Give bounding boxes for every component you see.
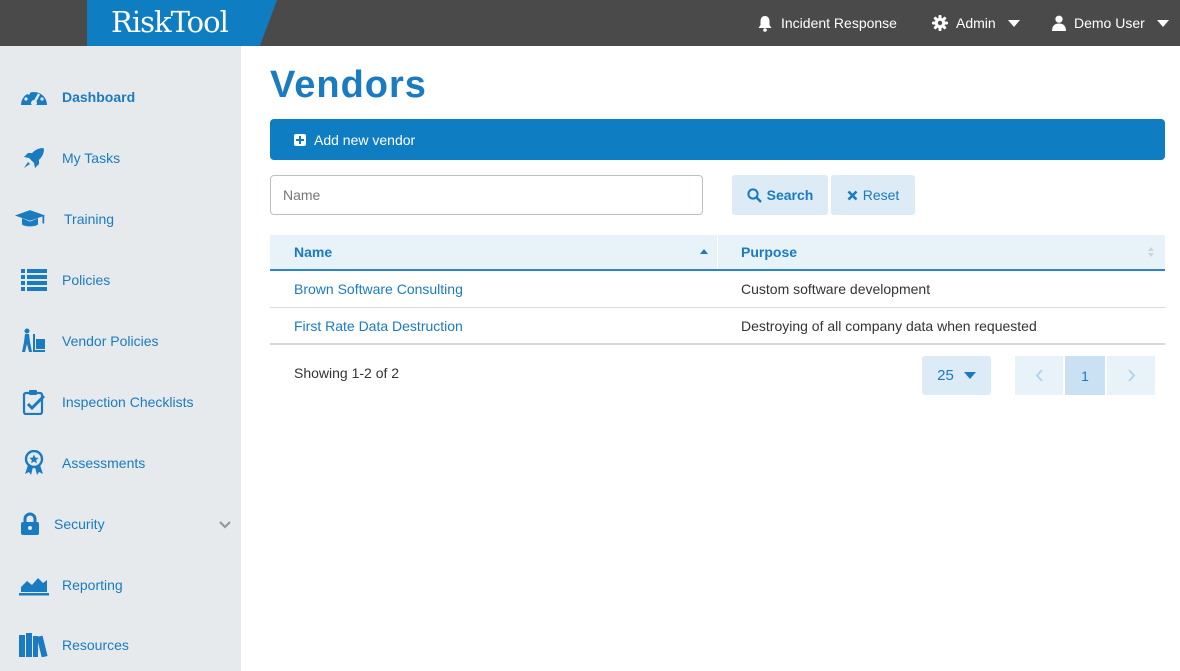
table-header: Name Purpose <box>270 235 1165 271</box>
sidebar-item-training[interactable]: Training <box>0 199 241 239</box>
list-icon <box>18 265 50 295</box>
user-icon <box>1052 15 1066 31</box>
column-header-name[interactable]: Name <box>294 235 332 269</box>
sidebar-item-vendor-policies[interactable]: Vendor Policies <box>0 321 241 361</box>
admin-label: Admin <box>956 15 996 31</box>
clipboard-check-icon <box>18 387 50 417</box>
chevron-left-icon <box>1035 369 1043 382</box>
dashboard-icon <box>18 82 50 112</box>
graduation-cap-icon <box>14 204 46 234</box>
sidebar-item-label: Dashboard <box>62 89 136 105</box>
sidebar-item-label: My Tasks <box>62 150 121 166</box>
table-row: Brown Software Consulting Custom softwar… <box>270 271 1165 308</box>
reset-button[interactable]: Reset <box>831 175 915 215</box>
logo-text: RiskTool <box>111 5 229 39</box>
user-name: Demo User <box>1074 15 1145 31</box>
gear-icon <box>932 15 948 31</box>
area-chart-icon <box>18 570 50 600</box>
sidebar-item-label: Policies <box>62 272 111 288</box>
next-page-button[interactable] <box>1107 356 1155 395</box>
top-navbar: RiskTool Incident Response Admin Demo Us… <box>0 0 1180 46</box>
results-count: Showing 1-2 of 2 <box>294 365 400 381</box>
sidebar-item-label: Resources <box>62 637 129 653</box>
add-vendor-label: Add new vendor <box>314 131 416 148</box>
sidebar-item-security[interactable]: Security <box>0 504 241 544</box>
caret-down-icon <box>963 372 976 379</box>
reset-button-label: Reset <box>862 187 900 203</box>
search-icon <box>747 187 762 203</box>
sidebar-item-dashboard[interactable]: Dashboard <box>0 77 241 117</box>
sidebar-item-label: Reporting <box>62 577 123 593</box>
incident-response-label: Incident Response <box>781 15 897 31</box>
sort-icon[interactable] <box>1148 247 1154 259</box>
award-icon <box>18 448 50 478</box>
vendor-purpose: Destroying of all company data when requ… <box>741 318 1037 334</box>
sidebar-item-label: Inspection Checklists <box>62 394 194 410</box>
search-button-label: Search <box>766 187 814 203</box>
caret-down-icon <box>1156 19 1169 27</box>
close-icon <box>847 190 858 200</box>
column-header-purpose[interactable]: Purpose <box>741 235 797 269</box>
chevron-right-icon <box>1127 369 1135 382</box>
sidebar-item-reporting[interactable]: Reporting <box>0 565 241 605</box>
sort-ascending-icon[interactable] <box>700 249 708 254</box>
lock-icon <box>14 509 46 539</box>
search-button[interactable]: Search <box>732 175 828 215</box>
add-vendor-button[interactable]: Add new vendor <box>270 119 1165 160</box>
vendor-dolly-icon <box>18 326 50 356</box>
sidebar-item-label: Vendor Policies <box>62 333 159 349</box>
user-menu[interactable]: Demo User <box>1052 0 1169 46</box>
sidebar-item-label: Training <box>64 211 115 227</box>
caret-down-icon <box>1007 19 1020 27</box>
sidebar-item-assessments[interactable]: Assessments <box>0 443 241 483</box>
sidebar-item-label: Assessments <box>62 455 146 471</box>
vendor-purpose: Custom software development <box>741 281 931 297</box>
previous-page-button[interactable] <box>1015 356 1063 395</box>
admin-menu[interactable]: Admin <box>932 0 1020 46</box>
books-icon <box>18 630 50 660</box>
rocket-icon <box>18 143 50 173</box>
vendors-table: Name Purpose Brown Software Consulting C… <box>270 235 1165 345</box>
plus-square-icon <box>294 133 306 146</box>
bell-icon <box>758 15 772 32</box>
sidebar: Dashboard My Tasks Training Policies Ven… <box>0 46 241 671</box>
sidebar-item-label: Security <box>54 516 105 532</box>
column-divider <box>717 235 718 269</box>
table-row: First Rate Data Destruction Destroying o… <box>270 308 1165 345</box>
sidebar-item-my-tasks[interactable]: My Tasks <box>0 138 241 178</box>
vendor-name-link[interactable]: Brown Software Consulting <box>294 271 463 307</box>
per-page-value: 25 <box>937 367 954 384</box>
vendor-name-link[interactable]: First Rate Data Destruction <box>294 308 463 344</box>
page-button-current[interactable]: 1 <box>1065 356 1105 395</box>
page-title: Vendors <box>270 64 427 106</box>
search-input[interactable] <box>270 175 703 215</box>
sidebar-item-resources[interactable]: Resources <box>0 625 241 665</box>
sidebar-item-policies[interactable]: Policies <box>0 260 241 300</box>
incident-response-link[interactable]: Incident Response <box>757 0 897 46</box>
chevron-down-icon[interactable] <box>219 516 231 532</box>
sidebar-item-inspection-checklists[interactable]: Inspection Checklists <box>0 382 241 422</box>
current-page-number: 1 <box>1081 367 1089 384</box>
per-page-select[interactable]: 25 <box>922 356 991 395</box>
logo[interactable]: RiskTool <box>87 0 277 46</box>
